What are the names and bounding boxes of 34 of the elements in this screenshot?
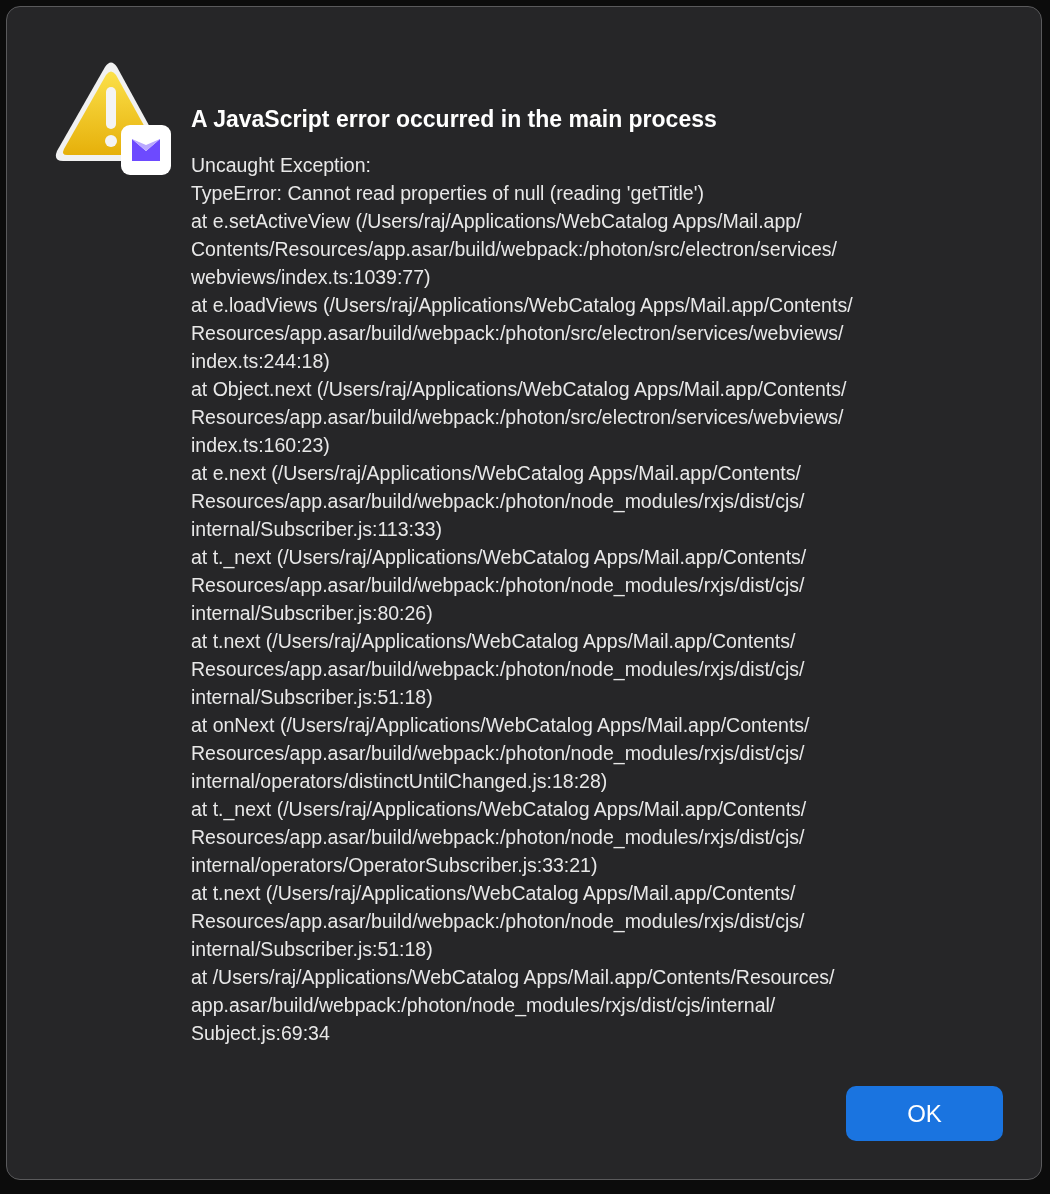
dialog-title: A JavaScript error occurred in the main process bbox=[191, 105, 718, 134]
error-message-line: at e.next (/Users/raj/Applications/WebCatalog Apps/Mail.app/Contents/ bbox=[191, 461, 801, 486]
error-message-line: internal/Subscriber.js:113:33) bbox=[191, 517, 443, 542]
ok-button[interactable]: OK bbox=[846, 1086, 1003, 1141]
error-message-line: Resources/app.asar/build/webpack:/photon/node_modules/rxjs/dist/cjs/ bbox=[191, 489, 805, 515]
error-message-line: at t._next (/Users/raj/Applications/WebCatalog Apps/Mail.app/Contents/ bbox=[191, 797, 807, 823]
error-message-line: internal/Subscriber.js:51:18) bbox=[191, 937, 433, 962]
error-message-line: Resources/app.asar/build/webpack:/photon/src/electron/services/webviews/ bbox=[191, 405, 844, 430]
error-message-line: index.ts:160:23) bbox=[191, 433, 330, 458]
error-message-line: at t.next (/Users/raj/Applications/WebCatalog Apps/Mail.app/Contents/ bbox=[191, 629, 796, 654]
error-message-line: at onNext (/Users/raj/Applications/WebCatalog Apps/Mail.app/Contents/ bbox=[191, 713, 810, 738]
error-message-line: internal/operators/distinctUntilChanged.js:18:28) bbox=[191, 769, 608, 794]
error-message-line: internal/operators/OperatorSubscriber.js:33:21) bbox=[191, 853, 598, 878]
error-message-line: at t.next (/Users/raj/Applications/WebCatalog Apps/Mail.app/Contents/ bbox=[191, 881, 796, 906]
error-message-line: Subject.js:69:34 bbox=[191, 1021, 330, 1046]
error-message-line: Uncaught Exception: bbox=[191, 153, 371, 178]
error-message-line: Contents/Resources/app.asar/build/webpack:/photon/src/electron/services/ bbox=[191, 237, 837, 262]
error-message-line: at e.loadViews (/Users/raj/Applications/WebCatalog Apps/Mail.app/Contents/ bbox=[191, 293, 853, 318]
error-message-line: at /Users/raj/Applications/WebCatalog Apps/Mail.app/Contents/Resources/ bbox=[191, 965, 835, 990]
error-message-line: Resources/app.asar/build/webpack:/photon/node_modules/rxjs/dist/cjs/ bbox=[191, 909, 805, 935]
error-message-line: Resources/app.asar/build/webpack:/photon/node_modules/rxjs/dist/cjs/ bbox=[191, 657, 805, 683]
error-message-line: Resources/app.asar/build/webpack:/photon/node_modules/rxjs/dist/cjs/ bbox=[191, 825, 805, 851]
error-message-line: webviews/index.ts:1039:77) bbox=[191, 265, 431, 290]
error-message-line: at e.setActiveView (/Users/raj/Applications/WebCatalog Apps/Mail.app/ bbox=[191, 209, 802, 234]
error-message-line: internal/Subscriber.js:51:18) bbox=[191, 685, 433, 710]
error-message-line: at Object.next (/Users/raj/Applications/WebCatalog Apps/Mail.app/Contents/ bbox=[191, 377, 847, 402]
error-message-line: Resources/app.asar/build/webpack:/photon/node_modules/rxjs/dist/cjs/ bbox=[191, 741, 805, 767]
error-message-line: Resources/app.asar/build/webpack:/photon/src/electron/services/webviews/ bbox=[191, 321, 844, 346]
error-message-line: app.asar/build/webpack:/photon/node_modules/rxjs/dist/cjs/internal/ bbox=[191, 993, 776, 1019]
error-message-line: Resources/app.asar/build/webpack:/photon/node_modules/rxjs/dist/cjs/ bbox=[191, 573, 805, 599]
error-message-line: at t._next (/Users/raj/Applications/WebCatalog Apps/Mail.app/Contents/ bbox=[191, 545, 807, 571]
error-message-line: index.ts:244:18) bbox=[191, 349, 330, 374]
error-message-line: internal/Subscriber.js:80:26) bbox=[191, 601, 433, 626]
error-message-line: TypeError: Cannot read properties of null (reading 'getTitle') bbox=[191, 181, 704, 206]
